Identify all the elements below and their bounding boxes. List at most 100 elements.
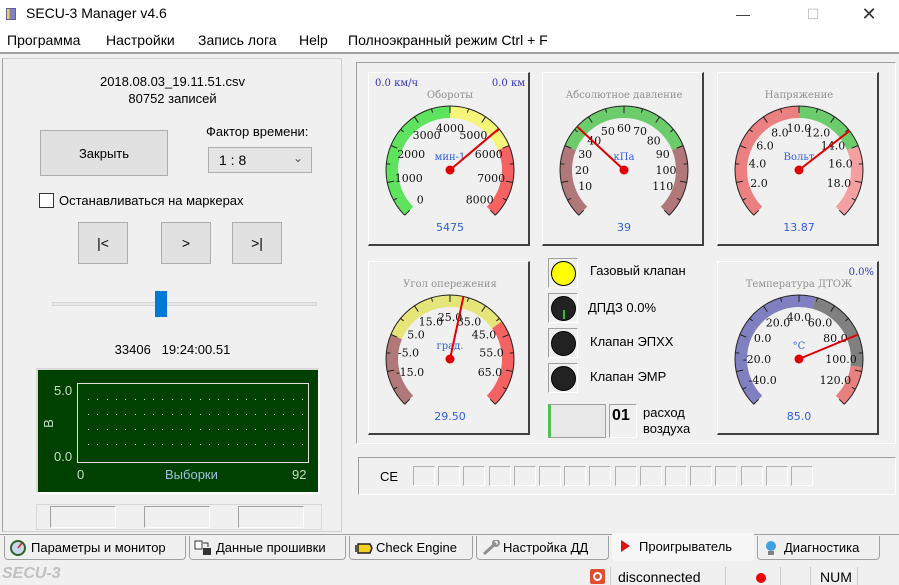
scope-grid-dot bbox=[208, 429, 210, 430]
gauge-needle-hub bbox=[794, 165, 804, 175]
scope-grid-dot bbox=[115, 399, 117, 400]
ce-error-cell bbox=[791, 466, 813, 486]
tab-firmware-data[interactable]: Данные прошивки bbox=[189, 536, 346, 560]
advance-gauge-svg: Угол опережения-15.0-5.05.015.025.035.04… bbox=[385, 279, 515, 423]
status-separator bbox=[857, 567, 858, 585]
throttle-needle bbox=[563, 310, 565, 319]
tab-label: Проигрыватель bbox=[639, 539, 733, 554]
scope-grid-dot bbox=[171, 444, 173, 445]
tab-sensor-setup[interactable]: Настройка ДД bbox=[476, 536, 609, 560]
ce-error-cell bbox=[564, 466, 587, 486]
tab-label: Параметры и монитор bbox=[31, 540, 166, 555]
ce-error-cell bbox=[438, 466, 461, 486]
distance-readout: 0.0 км bbox=[492, 78, 525, 89]
position-slider-thumb[interactable] bbox=[154, 291, 167, 317]
scope-grid-dot bbox=[227, 399, 229, 400]
gauge-scale-label: 40 bbox=[587, 134, 601, 147]
position-slider-track[interactable] bbox=[52, 302, 317, 306]
scope-grid-dot bbox=[274, 429, 275, 430]
maximize-button[interactable]: ☐ bbox=[790, 0, 836, 28]
status-separator bbox=[725, 567, 726, 585]
activity-dot-icon bbox=[756, 573, 766, 583]
close-log-button[interactable]: Закрыть bbox=[40, 130, 168, 176]
scope-grid-dot bbox=[246, 399, 248, 400]
scope-grid-dot bbox=[246, 414, 248, 415]
tab-diagnostics[interactable]: Диагностика bbox=[757, 536, 880, 560]
wrench-icon bbox=[481, 538, 500, 556]
scope-grid-dot bbox=[97, 399, 99, 400]
scope-grid-dot bbox=[162, 444, 164, 445]
scope-grid-dot bbox=[134, 414, 136, 415]
scope-grid-dot bbox=[171, 414, 173, 415]
gauge-scale-label: 30 bbox=[578, 148, 592, 161]
tab-player[interactable]: Проигрыватель bbox=[612, 533, 754, 561]
percent-readout: 0.0% bbox=[849, 267, 874, 278]
minimize-button[interactable]: — bbox=[720, 0, 766, 28]
check-engine-icon bbox=[354, 540, 373, 556]
close-window-button[interactable]: ✕ bbox=[846, 0, 892, 28]
scope-grid-dot bbox=[115, 429, 117, 430]
scope-grid-dot bbox=[264, 444, 266, 445]
gauge-voltage: Напряжение 2.0 4.0 6.0 8.0 10.0 12.0 14.0 16.0 18… bbox=[717, 72, 879, 246]
gas-valve-indicator bbox=[548, 258, 578, 288]
scope-grid-dot bbox=[236, 429, 238, 430]
scope-grid-dot bbox=[283, 399, 285, 400]
menu-help[interactable]: Help bbox=[299, 32, 328, 48]
ce-error-cell bbox=[539, 466, 561, 486]
scope-grid-dot bbox=[246, 429, 248, 430]
gauge-scale-label: 5000 bbox=[459, 129, 487, 142]
scope-grid-dot bbox=[199, 444, 201, 445]
scope-grid-dot bbox=[190, 429, 192, 430]
status-separator bbox=[810, 567, 811, 585]
throttle-label: ДПДЗ 0.0% bbox=[588, 300, 657, 315]
scope-grid-dot bbox=[264, 429, 266, 430]
window-title: SECU-3 Manager v4.6 bbox=[26, 5, 167, 21]
menu-log-record[interactable]: Запись лога bbox=[198, 32, 277, 48]
gauge-needle-hub bbox=[445, 354, 455, 364]
scope-grid-dot bbox=[106, 444, 108, 445]
num-lock-indicator: NUM bbox=[820, 569, 852, 585]
scope-grid-dot bbox=[97, 414, 99, 415]
time-factor-select[interactable]: 1 : 8 ⌄ bbox=[208, 147, 312, 173]
scope-x-min: 0 bbox=[77, 467, 85, 482]
tab-parameters-monitor[interactable]: Параметры и монитор bbox=[4, 536, 186, 560]
scope-grid-dot bbox=[274, 399, 275, 400]
scope-grid-dot bbox=[283, 429, 285, 430]
gauge-scale-label: -20.0 bbox=[743, 353, 771, 366]
menu-fullscreen[interactable]: Полноэкранный режим Ctrl + F bbox=[348, 32, 548, 48]
ce-error-cell bbox=[463, 466, 486, 486]
gas-valve-label: Газовый клапан bbox=[590, 263, 686, 278]
ce-error-cell bbox=[715, 466, 738, 486]
stop-on-markers-checkbox[interactable] bbox=[39, 193, 54, 208]
gauge-advance: Угол опережения -15.0 -5.0 5.0 15.0 25.0 35.0 4… bbox=[368, 261, 530, 435]
gauge-scale-label: 20 bbox=[575, 164, 589, 177]
menu-settings[interactable]: Настройки bbox=[106, 32, 175, 48]
scope-grid-dot bbox=[199, 399, 201, 400]
last-record-button[interactable]: >| bbox=[232, 222, 282, 264]
scope-grid-dot bbox=[125, 399, 127, 400]
scope-grid-dot bbox=[88, 414, 89, 415]
scope-grid-dot bbox=[236, 414, 238, 415]
scope-grid-dot bbox=[162, 399, 164, 400]
scope-grid-dot bbox=[264, 414, 266, 415]
gauge-title: Напряжение bbox=[765, 90, 834, 101]
scope-grid-dot bbox=[208, 414, 210, 415]
scope-grid-dot bbox=[236, 399, 238, 400]
gauge-scale-label: 100.0 bbox=[825, 353, 857, 366]
menu-program[interactable]: Программа bbox=[7, 32, 80, 48]
first-record-button[interactable]: |< bbox=[78, 222, 128, 264]
gauge-rpm: Обороты 0.0 км/ч 0.0 км 0 1000 2000 3000 4000 50… bbox=[368, 72, 530, 246]
gauge-needle-hub bbox=[794, 354, 804, 364]
play-button[interactable]: > bbox=[161, 222, 211, 264]
gauge-unit: кПа bbox=[614, 152, 635, 163]
scope-grid-dot bbox=[227, 414, 229, 415]
air-flow-label-2: воздуха bbox=[643, 421, 691, 436]
scope-grid-dot bbox=[143, 444, 145, 445]
tab-check-engine[interactable]: Check Engine bbox=[349, 536, 473, 560]
stop-on-markers-label[interactable]: Останавливаться на маркерах bbox=[59, 193, 244, 208]
gauge-scale-label: 35.0 bbox=[457, 316, 482, 329]
scope-grid-dot bbox=[255, 444, 257, 445]
gauge-needle-hub bbox=[619, 165, 629, 175]
ce-label: CE bbox=[380, 469, 399, 484]
gauge-scale-label: 5.0 bbox=[407, 328, 425, 341]
